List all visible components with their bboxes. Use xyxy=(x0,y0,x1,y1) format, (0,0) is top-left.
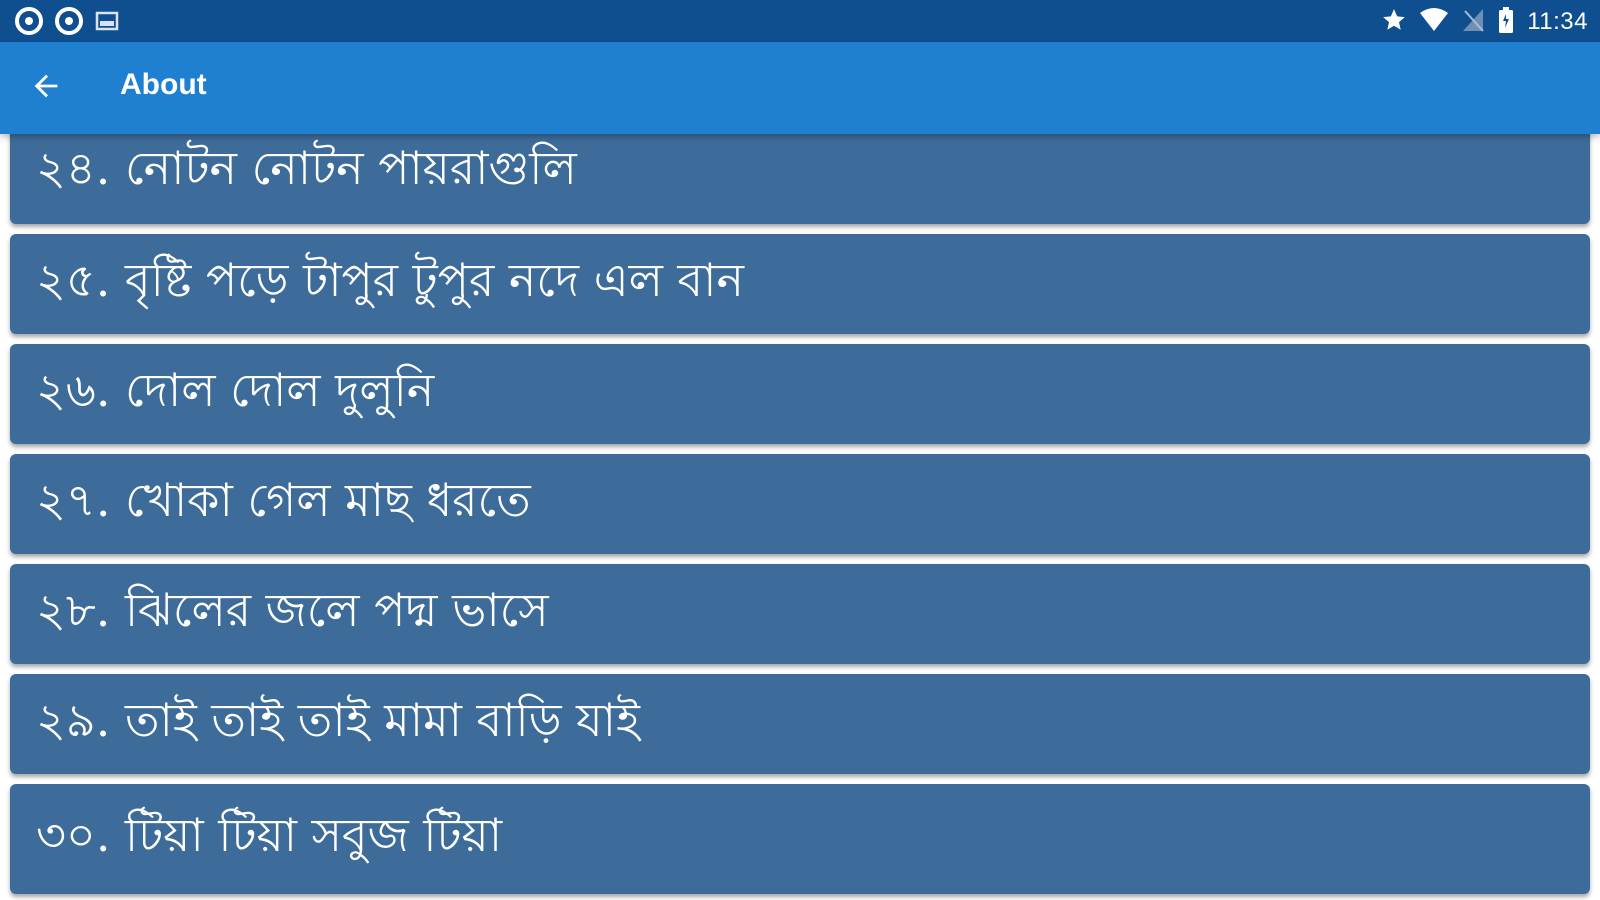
arrow-left-icon xyxy=(29,69,63,107)
list-item-label: ২৯. তাই তাই তাই মামা বাড়ি যাই xyxy=(36,693,640,747)
list-item-26[interactable]: ২৬. দোল দোল দুলুনি xyxy=(10,344,1590,444)
list-item-label: ৩০. টিয়া টিয়া সবুজ টিয়া xyxy=(36,808,503,862)
list-item-27[interactable]: ২৭. খোকা গেল মাছ ধরতে xyxy=(10,454,1590,554)
back-button[interactable] xyxy=(22,66,70,110)
no-signal-icon xyxy=(1461,7,1485,37)
list-item-label: ২৬. দোল দোল দুলুনি xyxy=(36,363,435,417)
list-item-24[interactable]: ২৪. নোটন নোটন পায়রাগুলি xyxy=(10,134,1590,224)
status-left-icons xyxy=(14,6,120,40)
image-icon xyxy=(94,8,120,38)
status-time: 11:34 xyxy=(1527,8,1588,35)
star-icon xyxy=(1381,7,1407,37)
circle-app-icon xyxy=(54,6,84,40)
circle-app-icon xyxy=(14,6,44,40)
list-item-29[interactable]: ২৯. তাই তাই তাই মামা বাড়ি যাই xyxy=(10,674,1590,774)
list-item-25[interactable]: ২৫. বৃষ্টি পড়ে টাপুর টুপুর নদে এল বান xyxy=(10,234,1590,334)
rhymes-list[interactable]: ২৪. নোটন নোটন পায়রাগুলি ২৫. বৃষ্টি পড়ে… xyxy=(0,134,1600,900)
list-item-label: ২৪. নোটন নোটন পায়রাগুলি xyxy=(36,141,577,195)
list-item-label: ২৮. ঝিলের জলে পদ্ম ভাসে xyxy=(36,583,549,637)
page-title: About xyxy=(120,68,207,101)
battery-icon xyxy=(1497,6,1515,38)
list-item-28[interactable]: ২৮. ঝিলের জলে পদ্ম ভাসে xyxy=(10,564,1590,664)
list-item-label: ২৭. খোকা গেল মাছ ধরতে xyxy=(36,473,531,527)
wifi-icon xyxy=(1419,7,1449,37)
list-item-30[interactable]: ৩০. টিয়া টিয়া সবুজ টিয়া xyxy=(10,784,1590,894)
status-bar: 11:34 xyxy=(0,0,1600,42)
list-item-label: ২৫. বৃষ্টি পড়ে টাপুর টুপুর নদে এল বান xyxy=(36,253,744,307)
status-right-icons: 11:34 xyxy=(1381,6,1588,38)
app-bar: About xyxy=(0,42,1600,134)
